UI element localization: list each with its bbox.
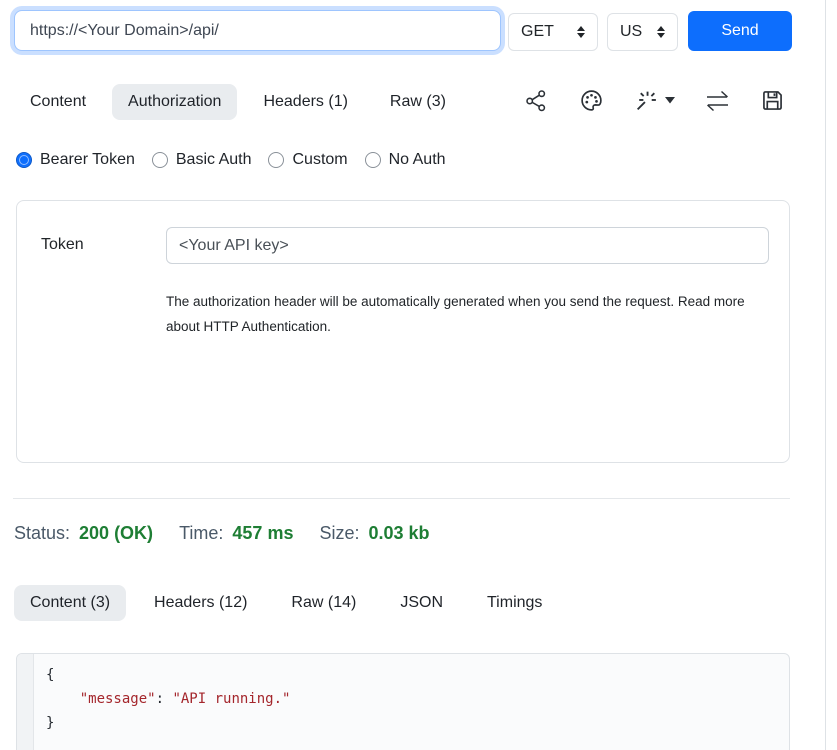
radio-label: Basic Auth [176,151,252,169]
radio-label: No Auth [389,151,446,169]
tab-response-timings[interactable]: Timings [471,585,558,621]
status-label: Status: [14,523,70,544]
size-label: Size: [319,523,359,544]
swap-arrows-icon[interactable] [704,89,731,113]
radio-bearer-token[interactable]: Bearer Token [16,151,135,169]
response-tabs: Content (3) Headers (12) Raw (14) JSON T… [14,585,558,621]
radio-unselected-icon [268,152,284,168]
tab-response-content[interactable]: Content (3) [14,585,126,621]
radio-label: Bearer Token [40,151,135,169]
request-tabs: Content Authorization Headers (1) Raw (3… [14,84,462,120]
code-key: "message" [80,691,156,707]
radio-label: Custom [292,151,347,169]
select-arrows-icon [657,26,665,38]
request-toolbar [524,88,784,113]
radio-no-auth[interactable]: No Auth [365,151,446,169]
time-value: 457 ms [232,523,293,544]
code-separator: : [156,691,173,707]
select-arrows-icon [577,26,585,38]
status-pair: Status: 200 (OK) [14,523,153,544]
radio-unselected-icon [152,152,168,168]
response-body: { "message": "API running." } [16,653,790,750]
tab-raw[interactable]: Raw (3) [374,84,462,120]
method-select-value: GET [521,23,554,41]
palette-icon[interactable] [579,88,604,113]
auth-type-options: Bearer Token Basic Auth Custom No Auth [16,151,446,169]
token-help-line-1: The authorization header will be automat… [166,289,745,314]
token-field-label: Token [41,236,84,254]
magic-wand-icon[interactable] [634,88,675,113]
region-select-value: US [620,23,642,41]
tab-headers[interactable]: Headers (1) [247,84,363,120]
status-value: 200 (OK) [79,523,153,544]
code-gutter [17,654,34,750]
time-pair: Time: 457 ms [179,523,293,544]
tab-authorization[interactable]: Authorization [112,84,237,120]
url-input[interactable] [14,10,501,51]
region-select[interactable]: US [607,13,678,51]
radio-custom[interactable]: Custom [268,151,347,169]
tab-response-headers[interactable]: Headers (12) [138,585,263,621]
size-value: 0.03 kb [369,523,430,544]
code-open-brace: { [46,667,54,683]
response-summary: Status: 200 (OK) Time: 457 ms Size: 0.03… [14,523,430,544]
save-icon[interactable] [761,89,784,112]
radio-selected-icon [16,152,32,168]
section-divider [13,498,790,499]
share-icon[interactable] [524,88,549,113]
token-panel: Token The authorization header will be a… [16,200,790,463]
code-close-brace: } [46,715,54,731]
radio-basic-auth[interactable]: Basic Auth [152,151,252,169]
tab-content[interactable]: Content [14,84,102,120]
token-help-line-2: about HTTP Authentication. [166,314,745,339]
method-select[interactable]: GET [508,13,598,51]
send-button[interactable]: Send [688,11,792,51]
time-label: Time: [179,523,223,544]
tab-response-raw[interactable]: Raw (14) [275,585,372,621]
size-pair: Size: 0.03 kb [319,523,429,544]
response-json-code: { "message": "API running." } [34,654,302,750]
chevron-down-icon [665,97,675,104]
tab-response-json[interactable]: JSON [384,585,459,621]
code-indent [46,691,80,707]
content-right-border [825,0,826,750]
code-value: "API running." [172,691,290,707]
token-input[interactable] [166,227,769,264]
token-help-text: The authorization header will be automat… [166,289,745,339]
radio-unselected-icon [365,152,381,168]
api-client-page: GET US Send Content Authorization Header… [0,0,837,750]
